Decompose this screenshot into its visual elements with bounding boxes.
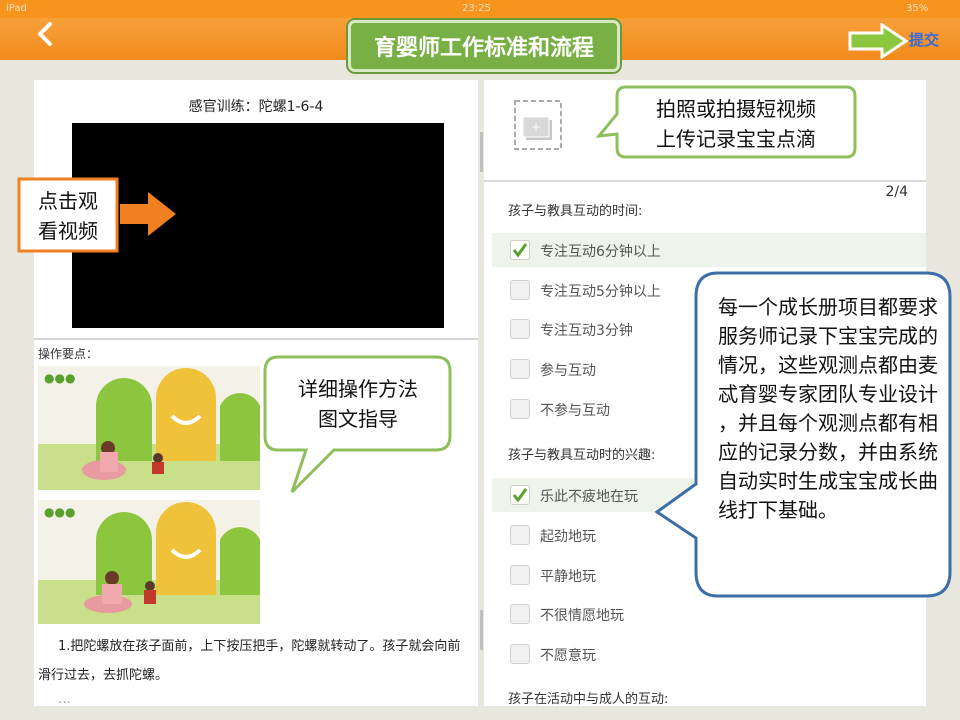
option-label: 起劲地玩 xyxy=(540,529,596,545)
checkmark-icon xyxy=(512,243,528,258)
status-bar: iPad 23:25 35% xyxy=(0,0,960,18)
checkmark-icon xyxy=(512,488,528,503)
add-photo-icon[interactable]: + xyxy=(514,100,562,150)
checkbox[interactable] xyxy=(510,359,530,379)
question-label: 孩子在活动中与成人的互动: xyxy=(508,692,669,707)
submit-button[interactable]: 提交 xyxy=(909,29,939,50)
method-callout: 详细操作方法图文指导 xyxy=(263,355,452,494)
option-label: 专注互动6分钟以上 xyxy=(540,244,661,260)
checkbox[interactable] xyxy=(510,399,530,419)
checkbox[interactable] xyxy=(510,604,530,624)
lesson-title: 感官训练：陀螺1-6-4 xyxy=(188,99,324,115)
question-label: 孩子与教具互动时的兴趣: xyxy=(508,448,656,463)
question-label: 孩子与教具互动的时间: xyxy=(508,204,643,219)
option-label: 不愿意玩 xyxy=(540,648,596,664)
photo-callout: 拍照或拍摄短视频上传记录宝宝点滴 xyxy=(596,85,857,159)
back-chevron-icon[interactable] xyxy=(34,20,56,48)
divider xyxy=(484,180,926,182)
ops-label: 操作要点： xyxy=(38,347,99,361)
option-label: 乐此不疲地在玩 xyxy=(540,489,638,505)
checkbox[interactable] xyxy=(510,240,530,260)
battery-level: 35% xyxy=(906,3,929,14)
checkbox[interactable] xyxy=(510,319,530,339)
instruction-photo: ●●● xyxy=(38,366,260,490)
option-label: 不参与互动 xyxy=(540,403,610,419)
scrollbar[interactable] xyxy=(480,132,483,172)
option-label: 专注互动3分钟 xyxy=(540,323,633,339)
explain-callout: 每一个成长册项目都要求服务师记录下宝宝完成的情况，这些观测点都由麦忒育婴专家团队… xyxy=(654,271,952,598)
checkbox[interactable] xyxy=(510,644,530,664)
divider xyxy=(34,338,478,340)
option-label: 平静地玩 xyxy=(540,569,596,585)
option[interactable]: 不很情愿地玩 xyxy=(492,597,926,631)
svg-text:+: + xyxy=(531,120,541,134)
instruction-text: 1.把陀螺放在孩子面前，上下按压把手，陀螺就转动了。孩子就会向前滑行过去，去抓陀… xyxy=(38,639,461,683)
page-title: 育婴师工作标准和流程 xyxy=(348,20,620,72)
checkbox[interactable] xyxy=(510,280,530,300)
checkbox[interactable] xyxy=(510,485,530,505)
option[interactable]: 专注互动6分钟以上 xyxy=(492,233,926,267)
checkbox[interactable] xyxy=(510,565,530,585)
device-label: iPad xyxy=(6,3,27,14)
checkbox[interactable] xyxy=(510,525,530,545)
option-label: 不很情愿地玩 xyxy=(540,608,624,624)
page-indicator: 2/4 xyxy=(885,184,908,200)
clock: 23:25 xyxy=(462,3,491,14)
option-label: 专注互动5分钟以上 xyxy=(540,284,661,300)
svg-text:●●●: ●●● xyxy=(44,371,75,385)
video-callout: 点击观看视频 xyxy=(17,177,176,253)
option-label: 参与互动 xyxy=(540,363,596,379)
instruction-text-more: … xyxy=(58,692,71,706)
scrollbar[interactable] xyxy=(480,610,483,650)
instruction-photo: ●●● xyxy=(38,500,260,624)
option[interactable]: 不愿意玩 xyxy=(492,637,926,671)
svg-text:●●●: ●●● xyxy=(44,505,75,519)
right-arrow-icon xyxy=(848,23,908,59)
